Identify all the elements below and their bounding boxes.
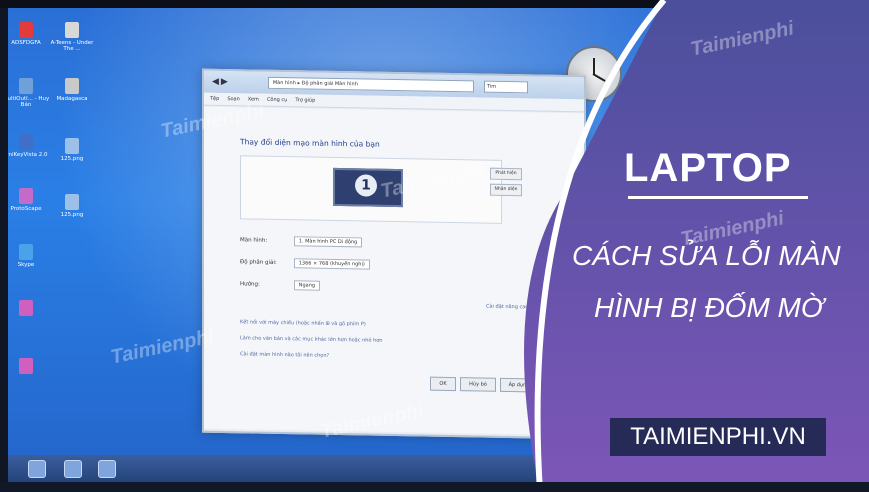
site-badge[interactable]: TAIMIENPHI.VN [610,418,826,456]
thumbnail-frame: ADSFDGFA A-Teens - Under The ... MultiOu… [0,0,869,492]
subtitle-line-1: CÁCH SỬA LỖI MÀN [572,240,841,271]
brand-title: LAPTOP [624,146,792,190]
image-bottom-edge [0,482,869,492]
subtitle-line-2: HÌNH BỊ ĐỐM MỜ [594,292,824,323]
title-underline [628,196,808,199]
